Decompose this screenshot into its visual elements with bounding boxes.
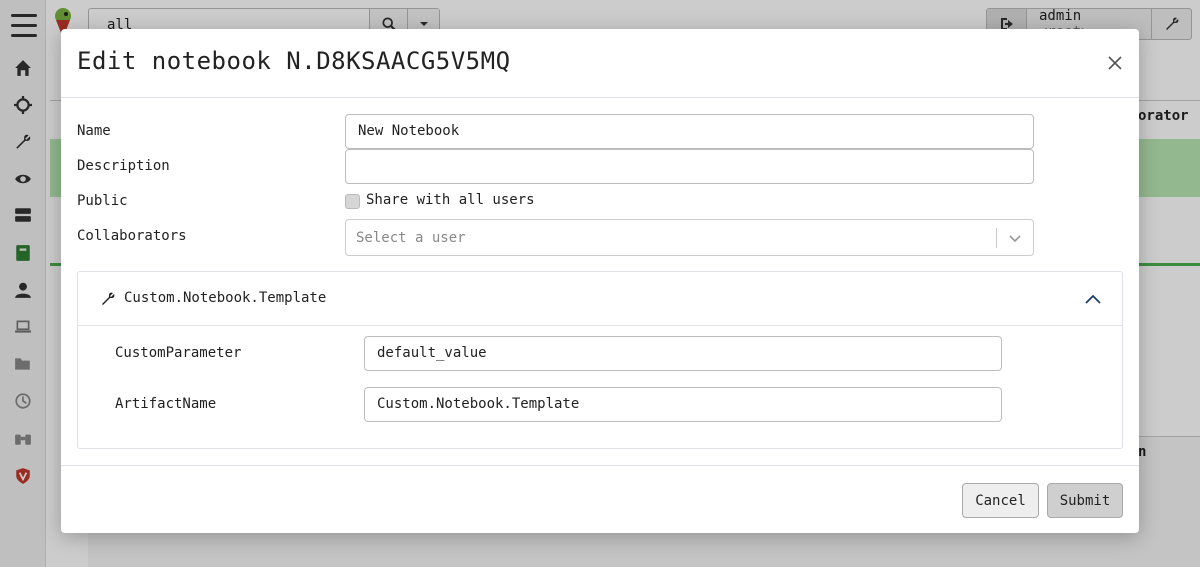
accordion-header[interactable]: Custom.Notebook.Template (78, 272, 1122, 326)
modal-title: Edit notebook N.D8KSAACG5V5MQ (77, 47, 511, 75)
modal-header: Edit notebook N.D8KSAACG5V5MQ (61, 29, 1139, 98)
template-accordion: Custom.Notebook.Template CustomParameter… (77, 271, 1123, 449)
chevron-up-icon[interactable] (1082, 288, 1104, 310)
description-label: Description (77, 158, 170, 174)
close-icon (1108, 56, 1122, 70)
collaborators-select[interactable]: Select a user (345, 219, 1034, 256)
share-checkbox[interactable] (345, 194, 360, 209)
description-input[interactable] (345, 149, 1034, 184)
accordion-title: Custom.Notebook.Template (124, 290, 327, 306)
collaborators-label: Collaborators (77, 228, 187, 244)
share-checkbox-label[interactable]: Share with all users (366, 192, 535, 208)
param-label-customparameter: CustomParameter (115, 345, 242, 361)
select-separator (996, 228, 997, 248)
param-label-artifactname: ArtifactName (115, 396, 217, 412)
cancel-button[interactable]: Cancel (962, 483, 1039, 518)
public-label: Public (77, 193, 128, 209)
collaborators-placeholder: Select a user (356, 230, 466, 246)
name-input[interactable]: New Notebook (345, 114, 1034, 149)
param-input-customparameter[interactable]: default_value (364, 336, 1002, 371)
edit-notebook-dialog: Edit notebook N.D8KSAACG5V5MQ Name New N… (61, 29, 1139, 533)
chevron-down-icon[interactable] (1006, 229, 1024, 247)
modal-footer: Cancel Submit (61, 465, 1139, 533)
close-button[interactable] (1103, 51, 1127, 75)
submit-button[interactable]: Submit (1047, 483, 1123, 518)
wrench-icon (102, 292, 115, 305)
param-input-artifactname[interactable]: Custom.Notebook.Template (364, 387, 1002, 422)
name-label: Name (77, 123, 111, 139)
